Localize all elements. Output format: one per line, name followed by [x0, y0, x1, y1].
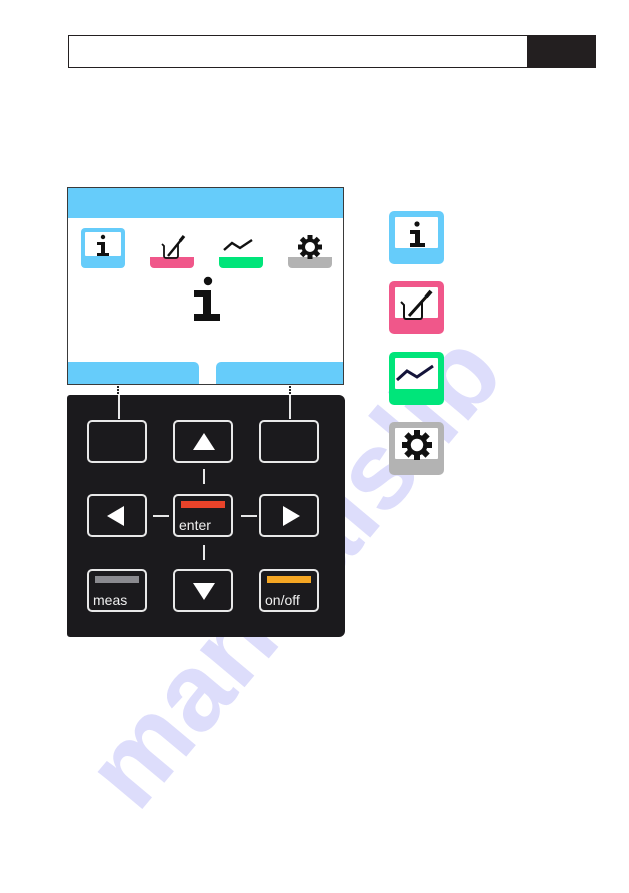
legend-info-icon	[389, 211, 444, 264]
meas-button[interactable]: meas	[87, 569, 147, 612]
gear-icon	[298, 235, 322, 259]
enter-stripe	[181, 501, 225, 508]
gear-icon	[402, 430, 432, 460]
onoff-stripe	[267, 576, 311, 583]
device-screen	[67, 187, 344, 385]
right-button[interactable]	[259, 494, 319, 537]
section-tab	[527, 36, 595, 67]
info-icon	[410, 221, 425, 247]
tab-info[interactable]	[81, 228, 125, 268]
connector-left	[117, 386, 119, 394]
onoff-button[interactable]: on/off	[259, 569, 319, 612]
left-button[interactable]	[87, 494, 147, 537]
legend-calibration-icon	[389, 281, 444, 334]
arrow-up-icon	[193, 433, 215, 450]
arrow-left-icon	[107, 506, 124, 526]
up-button[interactable]	[173, 420, 233, 463]
beaker-pipette-icon	[400, 289, 433, 320]
arrow-right-icon	[283, 506, 300, 526]
legend-settings-icon	[389, 422, 444, 475]
trend-line-icon	[395, 364, 434, 382]
tab-calibration[interactable]	[150, 228, 194, 268]
arrow-down-icon	[193, 583, 215, 600]
down-button[interactable]	[173, 569, 233, 612]
enter-button[interactable]: enter	[173, 494, 233, 537]
beaker-pipette-icon	[161, 235, 186, 259]
legend-data-log-icon	[389, 352, 444, 405]
page-header-bar	[68, 35, 596, 68]
softkey-left-button[interactable]	[87, 420, 147, 463]
keypad: enter meas on/off	[67, 395, 345, 637]
trend-line-icon	[223, 239, 253, 251]
tab-settings[interactable]	[288, 228, 332, 268]
softkey-left-label	[68, 362, 199, 384]
softkey-right-button[interactable]	[259, 420, 319, 463]
meas-stripe	[95, 576, 139, 583]
connector-right	[289, 386, 291, 394]
tab-data-log[interactable]	[219, 228, 263, 268]
info-icon	[97, 234, 109, 256]
screen-title-bar	[68, 188, 343, 218]
info-icon	[194, 276, 220, 321]
softkey-right-label	[216, 362, 343, 384]
